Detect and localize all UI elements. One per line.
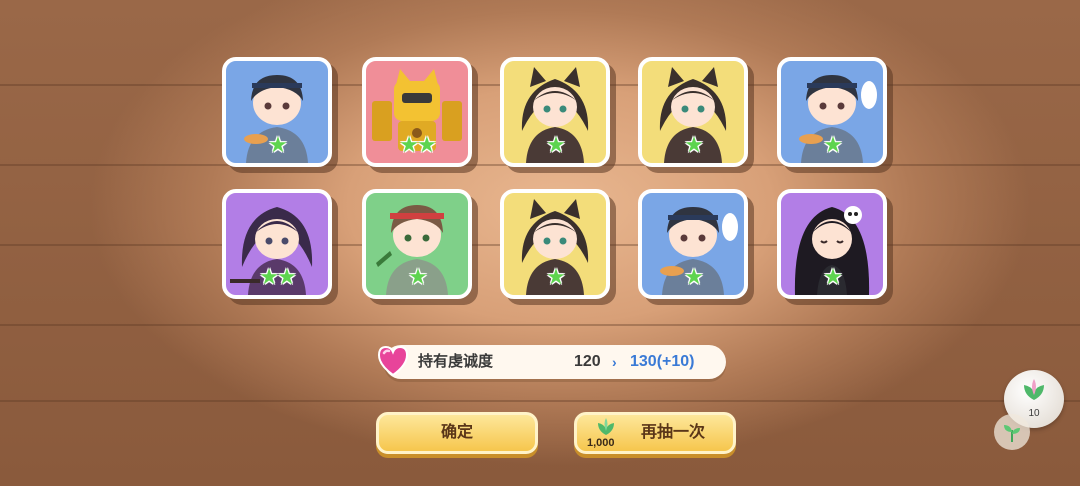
star-rating: ★★ [399, 133, 436, 158]
star-rating: ★ [823, 133, 843, 158]
card-4[interactable]: ★ [638, 57, 748, 167]
card-3[interactable]: ★ [500, 57, 610, 167]
redraw-cost: 1,000 [587, 437, 615, 449]
star-rating: ★ [408, 265, 428, 290]
card-5[interactable]: ★ [777, 57, 887, 167]
card-8[interactable]: ★ [500, 189, 610, 299]
sprout-icon [1004, 425, 1020, 443]
star-rating: ★ [684, 133, 704, 158]
floor-plank-line [0, 400, 1080, 402]
redraw-button[interactable]: 1,000 再抽一次 [574, 412, 736, 454]
star-rating: ★★ [259, 265, 296, 290]
redraw-button-label: 再抽一次 [641, 424, 706, 441]
arrow-right-icon: › [612, 354, 617, 370]
confirm-button[interactable]: 确定 [376, 412, 538, 454]
star-rating: ★ [546, 265, 566, 290]
star-rating: ★ [546, 133, 566, 158]
star-rating: ★ [268, 133, 288, 158]
leaf-currency-icon [1024, 379, 1044, 400]
result-screen: ★ ★★ ★ ★ ★ ★★ ★ ★ ★ ★ 持有虔诚度 120 › 130(+1… [0, 0, 1080, 486]
loyalty-next-value: 130(+10) [630, 353, 695, 370]
card-7[interactable]: ★ [362, 189, 472, 299]
card-2[interactable]: ★★ [362, 57, 472, 167]
star-rating: ★ [684, 265, 704, 290]
card-1[interactable]: ★ [222, 57, 332, 167]
star-rating: ★ [823, 265, 843, 290]
loyalty-bar: 持有虔诚度 120 › 130(+10) [384, 345, 726, 379]
loyalty-label: 持有虔诚度 [418, 353, 494, 370]
loyalty-current-value: 120 [574, 353, 601, 370]
leaf-currency-icon [598, 418, 614, 435]
heart-gem-icon [377, 345, 409, 377]
floor-plank-line [0, 324, 1080, 326]
card-6[interactable]: ★★ [222, 189, 332, 299]
sprout-bubble[interactable] [994, 414, 1030, 450]
card-10[interactable]: ★ [777, 189, 887, 299]
confirm-button-label: 确定 [440, 424, 473, 441]
card-9[interactable]: ★ [638, 189, 748, 299]
